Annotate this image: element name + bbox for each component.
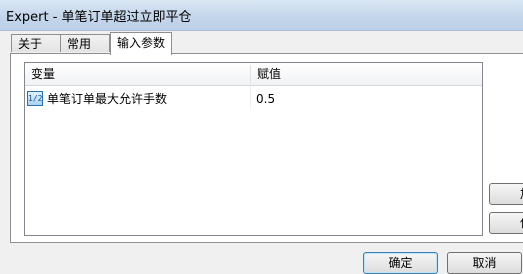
list-header: 变量 赋值 [25,63,482,86]
cancel-button-label: 取消 [472,256,497,270]
tab-about[interactable]: 关于 [11,34,61,52]
ok-button-label: 确定 [388,256,413,270]
tab-about-label: 关于 [18,37,43,51]
parameter-name: 单笔订单最大允许手数 [47,92,168,106]
column-header-variable[interactable]: 变量 [25,63,250,85]
variable-icon: 1/2 [27,91,43,106]
ok-button[interactable]: 确定 [363,252,438,274]
cancel-button[interactable]: 取消 [447,252,522,274]
parameters-list: 变量 赋值 1/2 单笔订单最大允许手数 0.5 [24,62,483,236]
title-bar: Expert - 单笔订单超过立即平仓 [0,0,523,31]
column-header-value[interactable]: 赋值 [251,63,482,85]
tab-inputs-label: 输入参数 [117,36,166,50]
tab-common[interactable]: 常用 [60,34,110,52]
save-button[interactable]: 保 [489,212,523,234]
tab-inputs[interactable]: 输入参数 [110,32,172,55]
parameter-value[interactable]: 0.5 [256,89,275,109]
table-row[interactable]: 1/2 单笔订单最大允许手数 0.5 [25,89,482,109]
load-button[interactable]: 加 [489,183,523,205]
window-title: Expert - 单笔订单超过立即平仓 [6,10,192,25]
tab-common-label: 常用 [67,37,92,51]
tab-strip: 关于 常用 输入参数 [0,32,523,55]
